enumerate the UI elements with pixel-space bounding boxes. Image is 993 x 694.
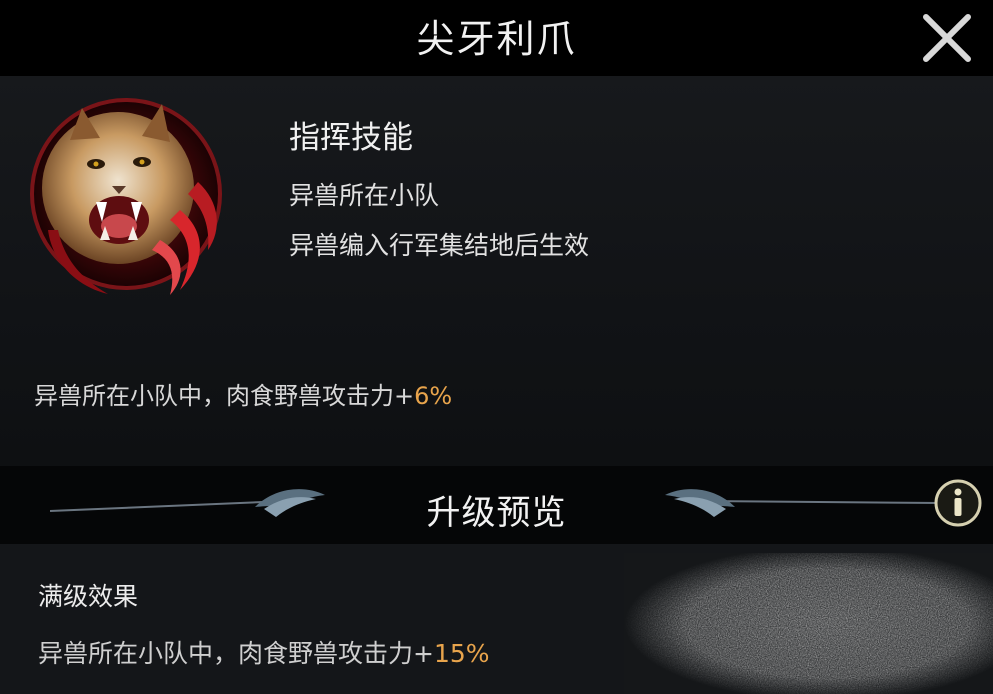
max-level-label: 满级效果	[38, 582, 139, 611]
close-icon[interactable]	[918, 9, 976, 67]
watermark-noise-overlay	[624, 553, 993, 694]
upgrade-preview-title: 升级预览	[426, 493, 567, 533]
current-effect-desc: 异兽所在小队中，肉食野兽攻击力+	[34, 382, 415, 410]
max-effect-text: 异兽所在小队中，肉食野兽攻击力+15%	[38, 634, 490, 670]
max-effect-value: 15%	[433, 639, 490, 668]
skill-condition-squad: 异兽所在小队	[289, 181, 440, 210]
skill-type-label: 指挥技能	[289, 120, 413, 156]
page-title: 尖牙利爪	[416, 17, 577, 61]
skill-condition-effective: 异兽编入行军集结地后生效	[289, 231, 590, 260]
current-effect-value: 6%	[414, 382, 453, 410]
current-effect-text: 异兽所在小队中，肉食野兽攻击力+6%	[34, 376, 452, 411]
info-icon[interactable]	[933, 478, 983, 528]
skill-caracal-icon	[30, 98, 222, 295]
max-effect-desc: 异兽所在小队中，肉食野兽攻击力+	[38, 639, 434, 668]
